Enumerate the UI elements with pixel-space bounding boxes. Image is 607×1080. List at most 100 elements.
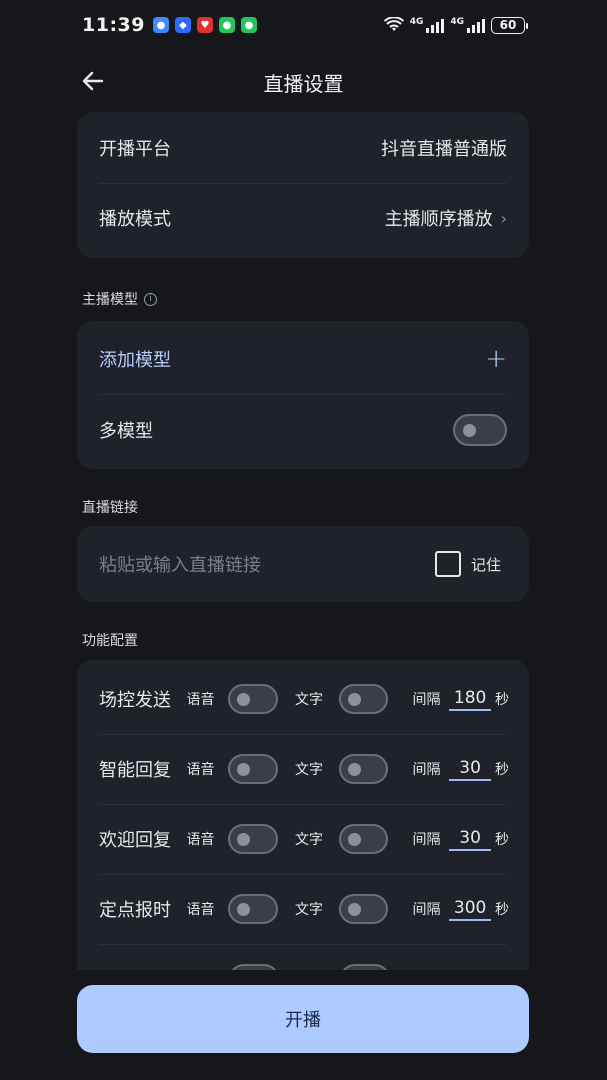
add-model-label: 添加模型: [99, 350, 171, 371]
toggle-knob: [347, 833, 361, 846]
divider: [99, 394, 507, 395]
live-link-input[interactable]: 粘贴或输入直播链接: [99, 551, 261, 577]
func-row-time-report: 定点报时 语音 文字 间隔 300 秒: [99, 889, 509, 929]
multi-model-row: 多模型: [99, 410, 507, 450]
divider: [99, 804, 507, 805]
voice-label: 语音: [186, 902, 215, 918]
voice-label: 语音: [186, 762, 215, 778]
func-name: 智能回复: [99, 760, 171, 781]
multi-model-label: 多模型: [99, 421, 153, 442]
func-name: 欢迎回复: [99, 830, 171, 851]
chevron-right-icon: ›: [500, 208, 507, 228]
func-row-partial: [99, 959, 509, 970]
heart-app-icon: ♥: [196, 17, 213, 33]
interval-input[interactable]: 30: [449, 828, 491, 851]
unit-label: 秒: [495, 902, 509, 918]
cell-signal-icon-2: 4G: [450, 17, 485, 33]
status-left: 11:39 ● ◆ ♥ ● ●: [82, 14, 257, 36]
remember-option[interactable]: 记住: [434, 551, 501, 577]
text-label: 文字: [294, 762, 323, 778]
message-app-icon: ●: [152, 17, 169, 33]
func-name: 场控发送: [99, 690, 171, 711]
voice-label: 语音: [186, 832, 215, 848]
interval-input[interactable]: 300: [449, 898, 491, 921]
func-name: 定点报时: [99, 900, 171, 921]
voice-toggle[interactable]: [228, 754, 278, 784]
toggle-knob: [347, 903, 361, 916]
wechat-icon-2: ●: [240, 17, 257, 33]
text-toggle[interactable]: [338, 894, 389, 924]
func-row-welcome-reply: 欢迎回复 语音 文字 间隔 30 秒: [99, 819, 509, 859]
play-mode-label: 播放模式: [99, 209, 171, 230]
func-row-smart-reply: 智能回复 语音 文字 间隔 30 秒: [99, 749, 509, 789]
text-toggle[interactable]: [338, 824, 389, 854]
play-mode-value: 主播顺序播放: [384, 209, 493, 230]
model-card: 添加模型 + 多模型: [77, 321, 529, 469]
toggle-knob: [237, 693, 251, 706]
toggle-knob: [347, 693, 361, 706]
voice-toggle[interactable]: [228, 894, 278, 924]
header: 直播设置: [0, 54, 607, 108]
unit-label: 秒: [495, 692, 509, 708]
divider: [99, 183, 507, 184]
multi-model-toggle[interactable]: [453, 414, 507, 446]
voice-label: 语音: [186, 692, 215, 708]
remember-checkbox[interactable]: [434, 551, 461, 577]
toggle-knob: [463, 424, 476, 437]
func-section-title: 功能配置: [82, 633, 138, 649]
divider: [99, 874, 507, 875]
platform-value: 抖音直播普通版: [381, 139, 507, 160]
text-toggle[interactable]: [340, 964, 390, 970]
wifi-icon: [383, 17, 404, 31]
network-type-1: 4G: [409, 17, 424, 27]
remember-label: 记住: [470, 555, 501, 574]
battery-level: 60: [499, 18, 517, 32]
shield-app-icon: ◆: [174, 17, 191, 33]
play-mode-value-group: 主播顺序播放 ›: [385, 205, 507, 231]
text-label: 文字: [294, 832, 323, 848]
interval-label: 间隔: [412, 692, 441, 708]
text-toggle[interactable]: [338, 684, 389, 714]
link-section-title: 直播链接: [82, 500, 138, 516]
unit-label: 秒: [495, 832, 509, 848]
settings-content[interactable]: 开播平台 抖音直播普通版 播放模式 主播顺序播放 › 主播模型 i 添加模型 +: [0, 112, 607, 970]
link-card: 粘贴或输入直播链接 记住: [77, 526, 529, 602]
model-section-label: 主播模型: [82, 292, 138, 308]
voice-toggle[interactable]: [229, 964, 279, 970]
info-icon[interactable]: i: [144, 292, 157, 306]
page-title: 直播设置: [263, 72, 344, 96]
voice-toggle[interactable]: [228, 684, 278, 714]
battery-icon: 60: [491, 16, 528, 34]
voice-toggle[interactable]: [228, 824, 278, 854]
interval-input[interactable]: 30: [449, 758, 491, 781]
model-section-title: 主播模型 i: [82, 289, 157, 309]
divider: [99, 734, 507, 735]
plus-icon[interactable]: +: [485, 346, 507, 372]
network-type-2: 4G: [450, 17, 464, 27]
interval-input[interactable]: 180: [449, 688, 491, 711]
live-settings-screen: 11:39 ● ◆ ♥ ● ● 4G 4G 60 直播设置 开播平台 抖音直播普…: [0, 0, 607, 1080]
toggle-knob: [347, 763, 361, 776]
platform-row[interactable]: 开播平台 抖音直播普通版: [99, 128, 507, 168]
text-toggle[interactable]: [338, 754, 389, 784]
toggle-knob: [237, 763, 251, 776]
platform-card: 开播平台 抖音直播普通版 播放模式 主播顺序播放 ›: [77, 112, 529, 258]
status-bar: 11:39 ● ◆ ♥ ● ● 4G 4G 60: [0, 0, 607, 50]
interval-label: 间隔: [412, 832, 441, 848]
start-live-button[interactable]: 开播: [77, 985, 529, 1053]
interval-label: 间隔: [412, 902, 441, 918]
play-mode-row[interactable]: 播放模式 主播顺序播放 ›: [99, 198, 507, 238]
text-label: 文字: [294, 902, 323, 918]
platform-label: 开播平台: [99, 139, 171, 160]
interval-label: 间隔: [412, 762, 441, 778]
add-model-row[interactable]: 添加模型 +: [99, 339, 507, 379]
toggle-knob: [237, 833, 251, 846]
divider: [99, 944, 507, 945]
clock: 11:39: [82, 14, 145, 36]
toggle-knob: [237, 903, 251, 916]
func-card: 场控发送 语音 文字 间隔 180 秒 智能回复 语音 文字 间隔 30 秒 欢…: [77, 660, 529, 970]
func-row-field-control: 场控发送 语音 文字 间隔 180 秒: [99, 679, 509, 719]
unit-label: 秒: [495, 762, 509, 778]
link-row: 粘贴或输入直播链接 记住: [99, 544, 501, 584]
wechat-icon: ●: [218, 17, 235, 33]
